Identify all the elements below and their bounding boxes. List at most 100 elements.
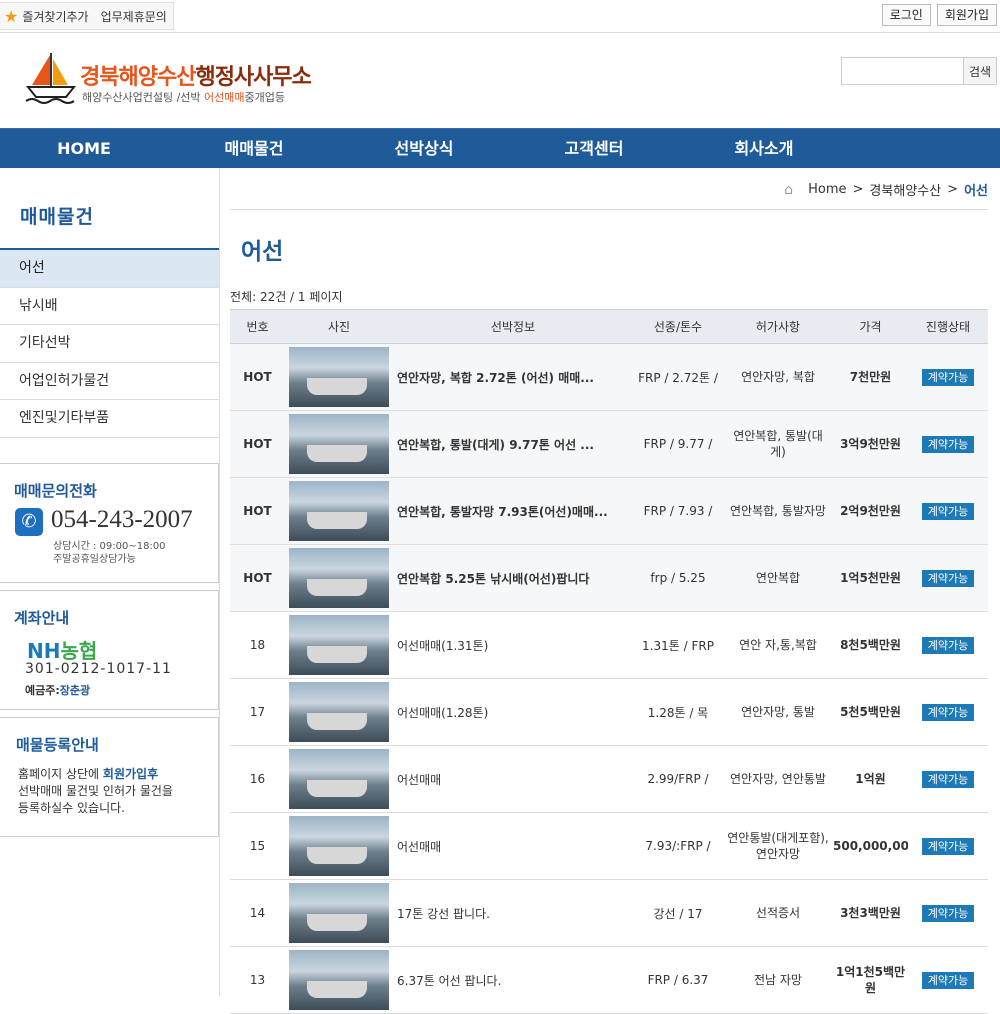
table-row[interactable]: 18 어선매매(1.31톤) 1.31톤 / FRP 연안 자,통,복합 8천5백만원 계… (230, 611, 988, 679)
bank-box: 계좌안내 NH농협 301-0212-1017-11 예금주:장춘광 (0, 590, 219, 710)
table-row[interactable]: HOT 연안복합 5.25톤 낚시배(어선)팝니다 frp / 5.25 연안복합 1억… (230, 544, 988, 612)
row-title-link[interactable]: 어선매매 (393, 812, 633, 880)
boat-photo[interactable] (289, 749, 389, 809)
sidebar-item-fishing-boat[interactable]: 어선 (0, 250, 219, 288)
home-icon[interactable]: ⌂ (784, 183, 800, 197)
status-badge[interactable]: 계약가능 (921, 837, 975, 855)
nh-bank-logo: NH농협 (27, 639, 98, 663)
row-status-cell: 계약가능 (908, 343, 988, 411)
status-badge[interactable]: 계약가능 (921, 904, 975, 922)
row-type: 7.93/:FRP / (633, 812, 723, 880)
row-title-link[interactable]: 어선매매 (393, 745, 633, 813)
table-header: 번호 사진 선박정보 선종/톤수 허가사항 가격 진행상태 (230, 309, 988, 344)
breadcrumb-current: 어선 (964, 184, 988, 199)
nav-company[interactable]: 회사소개 (714, 129, 814, 169)
status-badge[interactable]: 계약가능 (921, 502, 975, 520)
breadcrumb-section[interactable]: 경북해양수산 (869, 180, 941, 199)
row-number: HOT (230, 544, 285, 612)
row-photo-cell[interactable] (285, 611, 393, 679)
boat-photo[interactable] (289, 481, 389, 541)
search-button[interactable]: 검색 (963, 57, 997, 85)
sidebar-item-fishing-license[interactable]: 어업인허가물건 (0, 363, 219, 400)
row-photo-cell[interactable] (285, 410, 393, 478)
col-status: 진행상태 (908, 309, 988, 344)
row-photo-cell[interactable] (285, 812, 393, 880)
row-title-link[interactable]: 어선매매(1.31톤) (393, 611, 633, 679)
boat-photo[interactable] (289, 816, 389, 876)
row-type: FRP / 2.72톤 / (633, 343, 723, 411)
boat-photo[interactable] (289, 615, 389, 675)
row-number: 18 (230, 611, 285, 679)
table-row[interactable]: HOT 연안복합, 통발(대게) 9.77톤 어선 ... FRP / 9.77 /… (230, 410, 988, 478)
sidebar-title: 매매물건 (20, 206, 94, 228)
phone-icon: ✆ (15, 508, 43, 536)
sidebar-item-angling-boat[interactable]: 낚시배 (0, 288, 219, 325)
row-photo-cell[interactable] (285, 477, 393, 545)
row-photo-cell[interactable] (285, 678, 393, 746)
boat-photo[interactable] (289, 548, 389, 608)
status-badge[interactable]: 계약가능 (921, 569, 975, 587)
boat-photo[interactable] (289, 347, 389, 407)
row-photo-cell[interactable] (285, 544, 393, 612)
row-title-link[interactable]: 연안복합, 통발(대게) 9.77톤 어선 ... (393, 410, 633, 478)
site-title: 경북해양수산행정사사무소 (80, 64, 312, 89)
row-title-link[interactable]: 6.37톤 어선 팝니다. (393, 946, 633, 1014)
phone-hours: 상담시간 : 09:00~18:00 주말공휴일상담가능 (53, 541, 166, 565)
bookmark-bar: ★ 즐겨찾기추가 업무제휴문의 (0, 2, 174, 30)
status-badge[interactable]: 계약가능 (921, 703, 975, 721)
join-button[interactable]: 회원가입 (936, 4, 997, 26)
nav-home[interactable]: HOME (34, 129, 134, 169)
row-title-link[interactable]: 연안복합, 통발자망 7.93톤(어선)매매... (393, 477, 633, 545)
row-photo-cell[interactable] (285, 745, 393, 813)
nav-listings[interactable]: 매매물건 (204, 129, 304, 169)
boat-photo[interactable] (289, 950, 389, 1010)
row-photo-cell[interactable] (285, 879, 393, 947)
account-holder: 예금주:장춘광 (25, 684, 91, 697)
table-row[interactable]: 14 17톤 강선 팝니다. 강선 / 17 선적증서 3천3백만원 계약가능 (230, 879, 988, 947)
row-number: 16 (230, 745, 285, 813)
sidebar-item-other-ships[interactable]: 기타선박 (0, 325, 219, 363)
listing-table: 번호 사진 선박정보 선종/톤수 허가사항 가격 진행상태 HOT 연안자망, 복… (230, 309, 988, 1014)
breadcrumb-sep: > (852, 182, 864, 197)
status-badge[interactable]: 계약가능 (921, 636, 975, 654)
boat-photo[interactable] (289, 414, 389, 474)
row-number: 17 (230, 678, 285, 746)
boat-photo[interactable] (289, 682, 389, 742)
table-row[interactable]: HOT 연안복합, 통발자망 7.93톤(어선)매매... FRP / 7.93 /… (230, 477, 988, 545)
boat-photo[interactable] (289, 883, 389, 943)
row-type: 1.31톤 / FRP (633, 611, 723, 679)
account-number: 301-0212-1017-11 (25, 661, 172, 677)
table-row[interactable]: 13 6.37톤 어선 팝니다. FRP / 6.37 전남 자망 1억1천5백만원 계약… (230, 946, 988, 1014)
register-box: 매물등록안내 홈페이지 상단에 회원가입후 선박매매 물건및 인허가 물건을 등… (0, 717, 219, 837)
nav-ship-info[interactable]: 선박상식 (374, 129, 474, 169)
row-photo-cell[interactable] (285, 343, 393, 411)
row-status-cell: 계약가능 (908, 812, 988, 880)
login-button[interactable]: 로그인 (881, 4, 931, 26)
row-title-link[interactable]: 연안복합 5.25톤 낚시배(어선)팝니다 (393, 544, 633, 612)
table-row[interactable]: HOT 연안자망, 복합 2.72톤 (어선) 매매... FRP / 2.72톤 … (230, 343, 988, 411)
bookmark-link[interactable]: 즐겨찾기추가 (22, 8, 88, 25)
search-input[interactable] (841, 57, 963, 85)
row-type: FRP / 9.77 / (633, 410, 723, 478)
status-badge[interactable]: 계약가능 (921, 435, 975, 453)
table-row[interactable]: 15 어선매매 7.93/:FRP / 연안통발(대게포함), 연안자망 500,000… (230, 812, 988, 880)
nav-customer-center[interactable]: 고객센터 (544, 129, 644, 169)
row-title-link[interactable]: 17톤 강선 팝니다. (393, 879, 633, 947)
partner-link[interactable]: 업무제휴문의 (101, 8, 167, 25)
table-row[interactable]: 17 어선매매(1.28톤) 1.28톤 / 목 연안자망, 통발 5천5백만원 계약가능 (230, 678, 988, 746)
row-photo-cell[interactable] (285, 946, 393, 1014)
sidebar-item-engine-parts[interactable]: 엔진및기타부품 (0, 400, 219, 438)
status-badge[interactable]: 계약가능 (921, 770, 975, 788)
status-badge[interactable]: 계약가능 (921, 971, 975, 989)
breadcrumb-home[interactable]: Home (808, 182, 846, 197)
row-title-link[interactable]: 어선매매(1.28톤) (393, 678, 633, 746)
row-price: 8천5백만원 (833, 611, 908, 679)
site-logo[interactable]: 경북해양수산행정사사무소 해양수산사업컨설팅 /선박 어선매매중개업등 (24, 51, 344, 111)
row-type: FRP / 6.37 (633, 946, 723, 1014)
table-row[interactable]: 16 어선매매 2.99/FRP / 연안자망, 연안통발 1억원 계약가능 (230, 745, 988, 813)
row-title-link[interactable]: 연안자망, 복합 2.72톤 (어선) 매매... (393, 343, 633, 411)
col-number: 번호 (230, 309, 285, 344)
status-badge[interactable]: 계약가능 (921, 368, 975, 386)
row-type: 1.28톤 / 목 (633, 678, 723, 746)
row-type: FRP / 7.93 / (633, 477, 723, 545)
